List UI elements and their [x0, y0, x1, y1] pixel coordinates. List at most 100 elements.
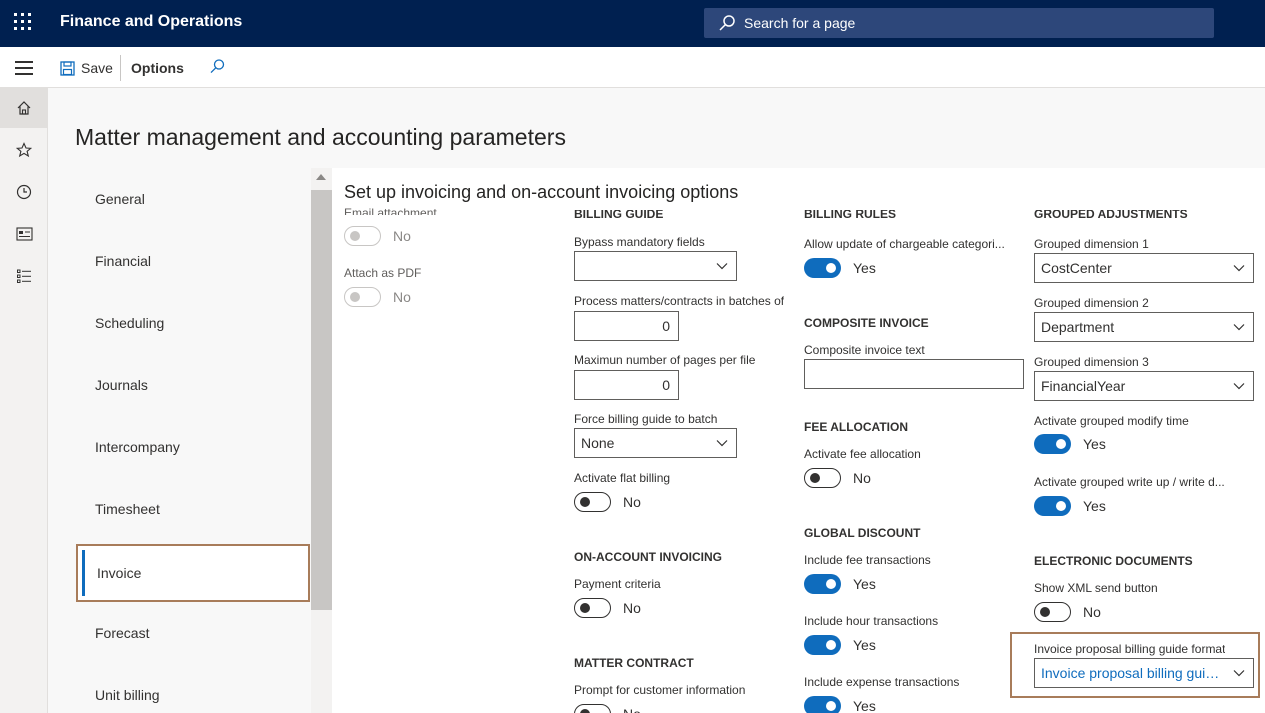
hour-tx-label: Include hour transactions	[804, 614, 939, 628]
workspace-icon[interactable]	[0, 214, 48, 254]
toggle-switch[interactable]	[344, 287, 381, 307]
dim2-select[interactable]: Department	[1034, 312, 1254, 342]
activate-fee-toggle[interactable]: No	[804, 468, 871, 488]
chevron-down-icon	[1233, 324, 1245, 331]
toggle-value: No	[623, 600, 641, 616]
list-icon[interactable]	[0, 256, 48, 296]
composite-text-input[interactable]	[804, 359, 1024, 389]
global-discount-header: GLOBAL DISCOUNT	[804, 526, 921, 540]
toggle-switch[interactable]	[804, 696, 841, 713]
toggle-value: No	[393, 228, 411, 244]
bypass-label: Bypass mandatory fields	[574, 235, 705, 249]
save-icon	[60, 60, 75, 76]
toggle-value: No	[393, 289, 411, 305]
chevron-down-icon	[716, 263, 728, 270]
xml-send-toggle[interactable]: No	[1034, 602, 1101, 622]
tab-scheduling[interactable]: Scheduling	[76, 294, 310, 352]
toggle-switch[interactable]	[574, 704, 611, 713]
attach-pdf-label: Attach as PDF	[344, 266, 422, 280]
write-up-toggle[interactable]: Yes	[1034, 496, 1106, 516]
hamburger-icon[interactable]	[15, 61, 33, 75]
fee-tx-toggle[interactable]: Yes	[804, 574, 876, 594]
matter-contract-header: MATTER CONTRACT	[574, 656, 694, 670]
toggle-switch[interactable]	[804, 468, 841, 488]
toggle-switch[interactable]	[1034, 434, 1071, 454]
search-box[interactable]: Search for a page	[704, 8, 1214, 38]
batches-label: Process matters/contracts in batches of	[574, 294, 785, 308]
tab-invoice[interactable]: Invoice	[76, 544, 310, 602]
toggle-switch[interactable]	[804, 258, 841, 278]
modify-time-label: Activate grouped modify time	[1034, 414, 1189, 428]
save-label: Save	[81, 60, 113, 76]
tab-financial[interactable]: Financial	[76, 232, 310, 290]
tab-journals[interactable]: Journals	[76, 356, 310, 414]
toggle-value: Yes	[853, 698, 876, 713]
modify-time-toggle[interactable]: Yes	[1034, 434, 1106, 454]
batches-input[interactable]: 0	[574, 311, 679, 341]
tab-timesheet[interactable]: Timesheet	[76, 480, 310, 538]
bypass-select[interactable]	[574, 251, 737, 281]
toggle-switch[interactable]	[804, 635, 841, 655]
home-icon[interactable]	[0, 88, 48, 128]
chevron-down-icon	[716, 440, 728, 447]
attach-pdf-toggle[interactable]: No	[344, 287, 411, 307]
billing-rules-header: BILLING RULES	[804, 210, 896, 220]
toggle-switch[interactable]	[1034, 602, 1071, 622]
find-icon[interactable]	[208, 58, 226, 76]
toggle-switch[interactable]	[574, 492, 611, 512]
highlight-proposal-format	[1010, 632, 1260, 698]
allow-update-toggle[interactable]: Yes	[804, 258, 876, 278]
expense-tx-label: Include expense transactions	[804, 675, 960, 689]
toggle-switch[interactable]	[344, 226, 381, 246]
prompt-customer-label: Prompt for customer information	[574, 683, 746, 697]
toggle-switch[interactable]	[804, 574, 841, 594]
toggle-value: No	[1083, 604, 1101, 620]
section-title: Set up invoicing and on-account invoicin…	[344, 182, 739, 202]
dim1-select[interactable]: CostCenter	[1034, 253, 1254, 283]
tab-list: General Financial Scheduling Journals In…	[76, 168, 310, 713]
max-pages-input[interactable]: 0	[574, 370, 679, 400]
payment-criteria-label: Payment criteria	[574, 577, 661, 591]
prompt-customer-toggle[interactable]: No	[574, 704, 641, 713]
dim1-label: Grouped dimension 1	[1034, 237, 1149, 251]
scroll-up-arrow[interactable]	[316, 174, 326, 180]
toggle-switch[interactable]	[574, 598, 611, 618]
toggle-value: No	[623, 706, 641, 713]
dim3-select[interactable]: FinancialYear	[1034, 371, 1254, 401]
on-account-header: ON-ACCOUNT INVOICING	[574, 550, 722, 564]
toggle-value: Yes	[853, 260, 876, 276]
flat-billing-toggle[interactable]: No	[574, 492, 641, 512]
toggle-switch[interactable]	[1034, 496, 1071, 516]
fee-allocation-header: FEE ALLOCATION	[804, 420, 908, 434]
tab-intercompany[interactable]: Intercompany	[76, 418, 310, 476]
toggle-value: Yes	[1083, 498, 1106, 514]
tab-forecast[interactable]: Forecast	[76, 604, 310, 662]
app-title[interactable]: Finance and Operations	[60, 13, 242, 31]
payment-criteria-toggle[interactable]: No	[574, 598, 641, 618]
tab-general[interactable]: General	[76, 170, 310, 228]
save-button[interactable]: Save	[60, 57, 113, 79]
email-attachment-toggle[interactable]: No	[344, 226, 411, 246]
clock-icon[interactable]	[0, 172, 48, 212]
page-title: Matter management and accounting paramet…	[75, 124, 566, 150]
tab-scrollbar[interactable]	[311, 168, 332, 713]
flat-billing-label: Activate flat billing	[574, 471, 671, 485]
tab-unit-billing[interactable]: Unit billing	[76, 666, 310, 713]
search-icon	[719, 15, 735, 31]
toggle-value: No	[623, 494, 641, 510]
waffle-icon[interactable]	[14, 13, 34, 33]
star-icon[interactable]	[0, 130, 48, 170]
email-attachment-label: Email attachment	[344, 206, 437, 215]
expense-tx-toggle[interactable]: Yes	[804, 696, 876, 713]
toggle-value: Yes	[853, 576, 876, 592]
top-bar: Finance and Operations Search for a page	[0, 0, 1265, 47]
force-batch-select[interactable]: None	[574, 428, 737, 458]
grouped-adjustments-header: GROUPED ADJUSTMENTS	[1034, 210, 1188, 220]
toggle-value: Yes	[853, 637, 876, 653]
dim3-label: Grouped dimension 3	[1034, 355, 1149, 369]
composite-text-label: Composite invoice text	[804, 343, 925, 357]
hour-tx-toggle[interactable]: Yes	[804, 635, 876, 655]
scroll-thumb[interactable]	[311, 190, 332, 610]
force-batch-label: Force billing guide to batch	[574, 412, 718, 426]
options-button[interactable]: Options	[131, 60, 184, 76]
